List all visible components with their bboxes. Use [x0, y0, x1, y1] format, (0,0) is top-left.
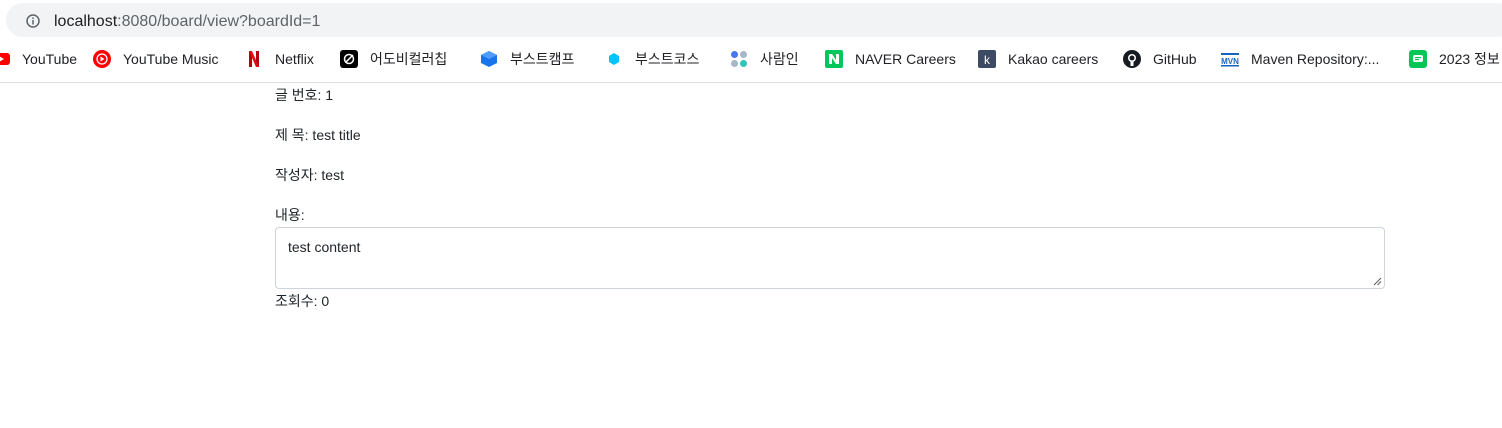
svg-text:k: k	[984, 53, 991, 67]
bookmark-label: 2023 정보	[1439, 51, 1500, 67]
bookmark-adobe-color[interactable]: 어도비컬러칩	[340, 44, 447, 74]
bookmark-saramin[interactable]: 사람인	[730, 44, 799, 74]
url-path: :8080/board/view?boardId=1	[117, 13, 321, 30]
naver-icon	[825, 50, 843, 68]
github-icon	[1123, 50, 1141, 68]
youtube-icon	[0, 50, 10, 68]
resize-handle-icon[interactable]	[1373, 277, 1382, 286]
bookmark-boostcourse[interactable]: 부스트코스	[605, 44, 699, 74]
netflix-icon	[245, 50, 263, 68]
bookmark-youtube-music[interactable]: YouTube Music	[93, 44, 218, 74]
bookmark-label: YouTube Music	[123, 51, 219, 67]
bookmark-label: Kakao careers	[1008, 51, 1099, 67]
info-icon[interactable]	[26, 14, 40, 28]
bookmark-maven-repository[interactable]: MVN Maven Repository:...	[1221, 44, 1379, 74]
bookmark-label: Maven Repository:...	[1251, 51, 1380, 67]
bookmark-label: 사람인	[760, 51, 799, 67]
bookmark-boostcamp[interactable]: 부스트캠프	[480, 44, 574, 74]
bookmark-label: 부스트코스	[635, 51, 700, 67]
content-label: 내용:	[275, 207, 305, 223]
url-text[interactable]: localhost:8080/board/view?boardId=1	[54, 11, 320, 33]
bookmark-label: GitHub	[1153, 51, 1197, 67]
youtube-music-icon	[93, 50, 111, 68]
bookmark-2023-info[interactable]: 2023 정보	[1409, 44, 1500, 74]
post-title: 제 목: test title	[275, 127, 361, 143]
maven-icon: MVN	[1221, 50, 1239, 68]
post-author: 작성자: test	[275, 167, 344, 183]
adobe-color-icon	[340, 50, 358, 68]
bookmarks-bar: YouTube YouTube Music Netflix 어도비컬러칩 부스트…	[0, 44, 1502, 74]
address-bar[interactable]: localhost:8080/board/view?boardId=1	[6, 3, 1502, 37]
bookmark-kakao-careers[interactable]: k Kakao careers	[978, 44, 1098, 74]
bookmark-label: Netflix	[275, 51, 314, 67]
boostcourse-icon	[605, 50, 623, 68]
svg-text:MVN: MVN	[1221, 57, 1239, 66]
bookmark-naver-careers[interactable]: NAVER Careers	[825, 44, 956, 74]
chrome-divider	[0, 82, 1502, 83]
bookmark-label: 부스트캠프	[510, 51, 575, 67]
line-icon	[1409, 50, 1427, 68]
post-number: 글 번호: 1	[275, 87, 334, 103]
url-host: localhost	[54, 13, 118, 30]
content-text: test content	[288, 239, 361, 255]
saramin-icon	[730, 50, 748, 68]
bookmark-netflix[interactable]: Netflix	[245, 44, 314, 74]
kakao-icon: k	[978, 50, 996, 68]
bookmark-github[interactable]: GitHub	[1123, 44, 1197, 74]
bookmark-label: YouTube	[22, 51, 78, 67]
content-textarea[interactable]: test content	[275, 227, 1385, 289]
bookmark-label: NAVER Careers	[855, 51, 956, 67]
bookmark-label: 어도비컬러칩	[370, 51, 448, 67]
browser-chrome: localhost:8080/board/view?boardId=1 YouT…	[0, 0, 1502, 83]
post-views: 조회수: 0	[275, 293, 330, 309]
boostcamp-icon	[480, 50, 498, 68]
bookmark-youtube[interactable]: YouTube	[0, 44, 77, 74]
